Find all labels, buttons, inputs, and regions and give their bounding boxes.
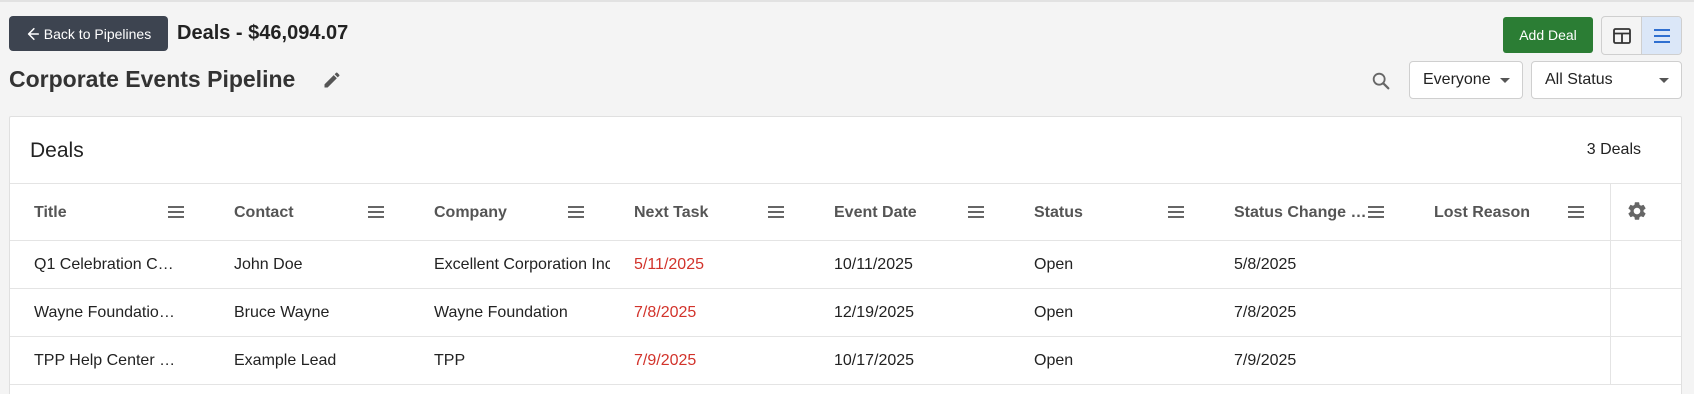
cell-event-date: 10/11/2025 [834, 256, 913, 273]
column-settings [1610, 184, 1681, 240]
menu-icon[interactable] [568, 205, 584, 219]
table-row[interactable]: TPP Help Center Example Example Lead TPP… [10, 337, 1681, 385]
cell-lost-reason [1410, 337, 1610, 384]
table-row[interactable]: Wayne Foundation Gala Bruce Wayne Wayne … [10, 289, 1681, 337]
cell-status: Open [1034, 304, 1074, 321]
cell-status-change-date: 7/8/2025 [1234, 304, 1297, 321]
cell-next-task: 7/9/2025 [634, 352, 697, 369]
column-header-lost-reason[interactable]: Lost Reason [1410, 184, 1610, 240]
menu-icon[interactable] [768, 205, 784, 219]
menu-icon[interactable] [968, 205, 984, 219]
menu-icon[interactable] [168, 205, 184, 219]
menu-icon[interactable] [1568, 205, 1584, 219]
column-header-status[interactable]: Status [1010, 184, 1210, 240]
cell-status: Open [1034, 256, 1074, 273]
menu-icon[interactable] [368, 205, 384, 219]
cell-next-task: 5/11/2025 [634, 256, 704, 273]
chevron-down-icon [1500, 78, 1510, 83]
column-label: Lost Reason [1434, 204, 1531, 221]
cell-lost-reason [1410, 289, 1610, 336]
cell-status-change-date: 7/9/2025 [1234, 352, 1297, 369]
column-header-company[interactable]: Company [410, 184, 610, 240]
cell-settings [1610, 289, 1681, 336]
chevron-down-icon [1659, 78, 1669, 83]
cell-settings [1610, 241, 1681, 288]
view-toggle [1601, 16, 1682, 55]
table-row[interactable]: Q1 Celebration Cocktail Party John Doe E… [10, 241, 1681, 289]
cell-contact: Bruce Wayne [234, 304, 330, 321]
add-deal-button[interactable]: Add Deal [1503, 17, 1593, 53]
list-view-icon [1653, 28, 1670, 43]
list-view-button[interactable] [1641, 17, 1681, 54]
cell-next-task: 7/8/2025 [634, 304, 697, 321]
menu-icon[interactable] [1368, 205, 1384, 219]
column-header-status-change-date[interactable]: Status Change Date [1210, 184, 1410, 240]
cell-event-date: 10/17/2025 [834, 352, 915, 369]
status-filter-select[interactable]: All Status [1531, 61, 1682, 99]
column-header-next-task[interactable]: Next Task [610, 184, 810, 240]
card-title: Deals [30, 139, 84, 162]
column-header-title[interactable]: Title [10, 184, 210, 240]
search-icon[interactable] [1370, 70, 1392, 92]
deals-total: Deals - $46,094.07 [177, 22, 349, 44]
column-label: Status [1034, 204, 1083, 221]
column-label: Title [34, 204, 67, 221]
cell-company: Excellent Corporation Inc [434, 256, 610, 273]
deals-card: Deals 3 Deals Title Contact Company Next… [9, 116, 1682, 394]
cell-company: TPP [434, 352, 466, 369]
gear-icon[interactable] [1626, 200, 1648, 222]
cell-title[interactable]: TPP Help Center Example [10, 337, 210, 384]
column-label: Event Date [834, 204, 917, 221]
column-header-event-date[interactable]: Event Date [810, 184, 1010, 240]
cell-status-change-date: 5/8/2025 [1234, 256, 1297, 273]
deal-count: 3 Deals [1586, 141, 1641, 158]
back-to-pipelines-button[interactable]: Back to Pipelines [9, 16, 168, 51]
table-header: Title Contact Company Next Task Event Da… [10, 183, 1681, 241]
status-filter-value: All Status [1545, 71, 1613, 88]
columns-view-button[interactable] [1602, 17, 1641, 54]
cell-title[interactable]: Q1 Celebration Cocktail Party [10, 241, 210, 288]
column-label: Company [434, 204, 507, 221]
columns-view-icon [1612, 27, 1631, 44]
cell-contact: John Doe [234, 256, 303, 273]
deals-table: Title Contact Company Next Task Event Da… [10, 183, 1681, 385]
cell-contact: Example Lead [234, 352, 337, 369]
cell-title[interactable]: Wayne Foundation Gala [10, 289, 210, 336]
column-label: Next Task [634, 204, 709, 221]
cell-settings [1610, 337, 1681, 384]
pencil-icon[interactable] [322, 70, 342, 90]
cell-status: Open [1034, 352, 1074, 369]
cell-company: Wayne Foundation [434, 304, 568, 321]
owner-filter-select[interactable]: Everyone [1409, 61, 1523, 99]
owner-filter-value: Everyone [1423, 71, 1491, 88]
column-header-contact[interactable]: Contact [210, 184, 410, 240]
back-button-label: Back to Pipelines [43, 25, 152, 42]
column-label: Contact [234, 204, 294, 221]
menu-icon[interactable] [1168, 205, 1184, 219]
cell-lost-reason [1410, 241, 1610, 288]
column-label: Status Change Date [1234, 204, 1376, 221]
page-title: Corporate Events Pipeline [9, 66, 296, 92]
arrow-left-icon [27, 27, 39, 40]
cell-event-date: 12/19/2025 [834, 304, 915, 321]
